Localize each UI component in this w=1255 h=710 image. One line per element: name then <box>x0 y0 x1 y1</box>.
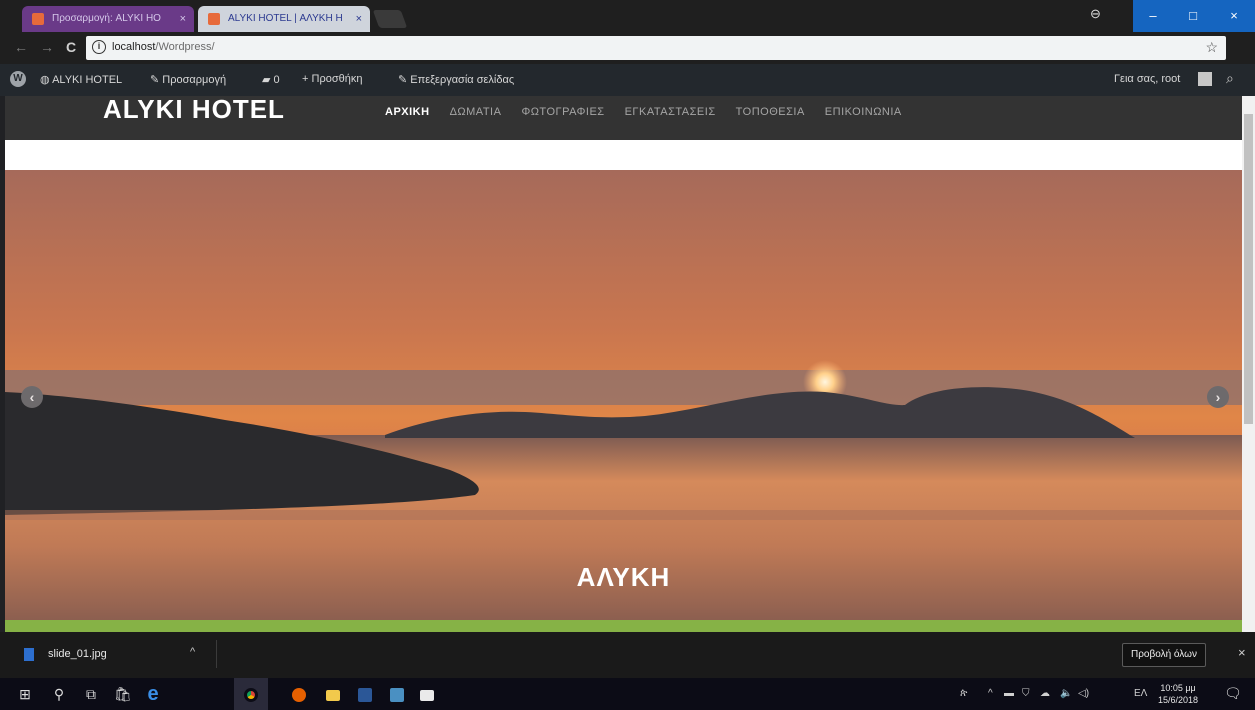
divider <box>216 640 217 668</box>
hero-slider: ‹ › ΑΛΥΚΗ <box>5 170 1242 620</box>
store-icon[interactable]: 🛍 <box>112 683 134 705</box>
menu-item-home[interactable]: ΑΡΧΙΚΗ <box>385 106 430 118</box>
scrollbar-thumb[interactable] <box>1244 114 1253 424</box>
maximize-button[interactable]: □ <box>1173 0 1213 32</box>
tab-label: Προσαρμογή: ALYKI HO <box>52 13 161 24</box>
back-arrow-icon[interactable]: ← <box>14 39 28 55</box>
clock[interactable]: 10:05 μμ 15/6/2018 <box>1158 682 1198 706</box>
show-all-button[interactable]: Προβολή όλων <box>1122 643 1206 667</box>
slide-caption: ΑΛΥΚΗ <box>576 562 671 592</box>
image-file-icon <box>24 648 34 661</box>
edge-icon[interactable]: e <box>142 683 164 705</box>
firefox-icon[interactable] <box>288 683 310 705</box>
plus-icon: + <box>302 73 309 85</box>
wp-admin-bar: W ◍ ALYKI HOTEL ✎ Προσαρμογή ▰ 0 + Προσθ… <box>0 64 1255 96</box>
search-icon[interactable]: ⚲ <box>48 683 70 705</box>
tab-close-icon[interactable]: × <box>180 6 186 32</box>
wordpress-favicon-icon <box>32 13 44 25</box>
admin-edit-page[interactable]: ✎ Επεξεργασία σελίδας <box>398 73 514 86</box>
start-icon[interactable]: ⊞ <box>14 683 36 705</box>
language-indicator[interactable]: ΕΛ <box>1134 688 1147 699</box>
admin-add-new[interactable]: + Προσθήκη <box>302 73 362 85</box>
url-host: localhost <box>112 41 156 53</box>
mail-icon[interactable] <box>416 683 438 705</box>
slider-prev-button[interactable]: ‹ <box>21 386 43 408</box>
volume-icon[interactable]: 🔈 <box>1060 688 1072 699</box>
download-bar: slide_01.jpg ^ Προβολή όλων × <box>0 632 1255 678</box>
tab-label: ALYKI HOTEL | ΑΛΥΚΗ Η <box>228 13 343 24</box>
comments-count: 0 <box>273 74 280 86</box>
url-text: localhost/Wordpress/ <box>112 41 215 53</box>
tab-close-icon[interactable]: × <box>356 6 362 32</box>
slider-next-button[interactable]: › <box>1207 386 1229 408</box>
cloud-icon[interactable]: ☁ <box>1040 688 1050 699</box>
word-icon[interactable] <box>354 683 376 705</box>
speaker-icon[interactable]: ◁) <box>1078 688 1089 699</box>
pencil-icon: ✎ <box>398 74 408 86</box>
clock-time: 10:05 μμ <box>1160 683 1196 693</box>
site-header: ALYKI HOTEL ΑΡΧΙΚΗ ΔΩΜΑΤΙΑ ΦΩΤΟΓΡΑΦΙΕΣ Ε… <box>5 94 1242 140</box>
site-info-icon[interactable]: i <box>92 40 106 54</box>
avatar[interactable] <box>1198 72 1212 86</box>
task-view-icon[interactable]: ⧉ <box>80 683 102 705</box>
add-new-label: Προσθήκη <box>311 73 363 85</box>
menu-item-rooms[interactable]: ΔΩΜΑΤΙΑ <box>450 106 502 118</box>
close-download-bar-icon[interactable]: × <box>1238 645 1246 660</box>
home-icon: ◍ <box>40 74 50 86</box>
site-name-label: ALYKI HOTEL <box>52 74 123 86</box>
comment-icon: ▰ <box>262 74 271 86</box>
customize-label: Προσαρμογή <box>162 74 227 86</box>
page-scrollbar[interactable] <box>1242 96 1255 632</box>
brush-icon: ✎ <box>150 74 160 86</box>
wordpress-logo-icon[interactable]: W <box>10 71 26 87</box>
admin-site-name[interactable]: ◍ ALYKI HOTEL <box>40 73 122 86</box>
chrome-icon[interactable] <box>234 678 268 710</box>
browser-toolbar: ← → C i localhost/Wordpress/ ☆ <box>0 32 1255 92</box>
network-icon[interactable]: ▬ <box>1004 688 1014 699</box>
site-logo[interactable]: ALYKI HOTEL <box>103 94 285 124</box>
windows-taskbar: ⊞ ⚲ ⧉ 🛍 e ጵ ^ ▬ ⛉ ☁ 🔈 ◁) ΕΛ 10:05 μμ 15/… <box>0 678 1255 710</box>
menu-item-facilities[interactable]: ΕΓΚΑΤΑΣΤΑΣΕΙΣ <box>625 106 716 118</box>
account-icon[interactable]: ⊖ <box>1090 6 1101 22</box>
tab-alyki-hotel[interactable]: ALYKI HOTEL | ΑΛΥΚΗ Η × <box>198 6 370 32</box>
search-icon[interactable]: ⌕ <box>1226 70 1234 87</box>
clock-date: 15/6/2018 <box>1158 695 1199 705</box>
browser-tab-strip: Προσαρμογή: ALYKI HO × ALYKI HOTEL | ΑΛΥ… <box>0 0 1255 32</box>
menu-item-location[interactable]: ΤΟΠΟΘΕΣΙΑ <box>736 106 805 118</box>
file-explorer-icon[interactable] <box>322 683 344 705</box>
reload-icon[interactable]: C <box>66 39 76 55</box>
chevron-up-icon[interactable]: ^ <box>190 646 195 658</box>
admin-greeting[interactable]: Γεια σας, root <box>1114 73 1180 85</box>
forward-arrow-icon[interactable]: → <box>40 39 54 55</box>
url-path: /Wordpress/ <box>155 41 215 53</box>
edit-page-label: Επεξεργασία σελίδας <box>410 74 515 86</box>
shield-icon[interactable]: ⛉ <box>1022 688 1030 699</box>
screen: Προσαρμογή: ALYKI HO × ALYKI HOTEL | ΑΛΥ… <box>0 0 1255 710</box>
download-file-name[interactable]: slide_01.jpg <box>48 648 107 660</box>
app-icon[interactable] <box>386 683 408 705</box>
bookmark-star-icon[interactable]: ☆ <box>1205 39 1218 56</box>
menu-item-photos[interactable]: ΦΩΤΟΓΡΑΦΙΕΣ <box>521 106 604 118</box>
chevron-up-icon[interactable]: ^ <box>988 688 993 699</box>
admin-customize[interactable]: ✎ Προσαρμογή <box>150 73 226 86</box>
tab-customize[interactable]: Προσαρμογή: ALYKI HO × <box>22 6 194 32</box>
header-spacer <box>5 140 1242 170</box>
people-icon[interactable]: ጵ <box>960 688 967 699</box>
minimize-button[interactable]: – <box>1133 0 1173 32</box>
address-bar[interactable]: i localhost/Wordpress/ ☆ <box>86 36 1226 60</box>
close-window-button[interactable]: × <box>1213 0 1255 32</box>
menu-item-contact[interactable]: ΕΠΙΚΟΙΝΩΝΙΑ <box>825 106 902 118</box>
admin-comments[interactable]: ▰ 0 <box>262 73 280 86</box>
sunset-image <box>5 170 1242 620</box>
notification-icon[interactable]: 🗨 <box>1224 685 1242 702</box>
main-menu: ΑΡΧΙΚΗ ΔΩΜΑΤΙΑ ΦΩΤΟΓΡΑΦΙΕΣ ΕΓΚΑΤΑΣΤΑΣΕΙΣ… <box>385 106 902 118</box>
wordpress-favicon-icon <box>208 13 220 25</box>
accent-bar <box>5 620 1242 632</box>
new-tab-button[interactable] <box>372 10 408 28</box>
